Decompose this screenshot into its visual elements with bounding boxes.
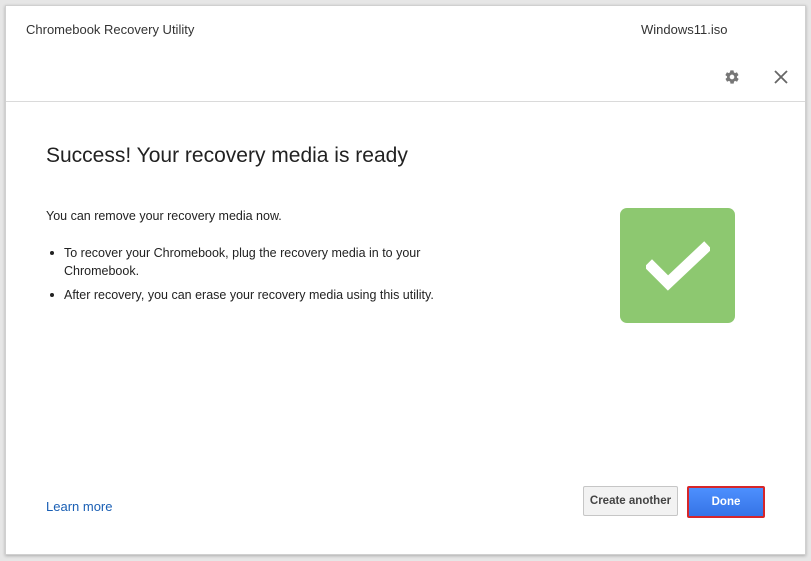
app-title: Chromebook Recovery Utility <box>26 22 195 37</box>
done-button-label: Done <box>711 496 741 508</box>
list-item: After recovery, you can erase your recov… <box>46 286 466 304</box>
recovery-utility-window: Chromebook Recovery Utility Windows11.is… <box>5 5 806 555</box>
instruction-list: To recover your Chromebook, plug the rec… <box>46 244 466 310</box>
title-bar: Chromebook Recovery Utility Windows11.is… <box>6 6 805 102</box>
close-button[interactable] <box>770 66 792 88</box>
intro-text: You can remove your recovery media now. <box>46 209 282 223</box>
done-button[interactable]: Done <box>687 486 765 518</box>
learn-more-link[interactable]: Learn more <box>46 499 112 514</box>
create-another-button[interactable]: Create another <box>583 486 678 516</box>
success-badge <box>620 208 735 323</box>
checkmark-icon <box>645 240 710 291</box>
gear-icon <box>725 70 739 84</box>
list-item: To recover your Chromebook, plug the rec… <box>46 244 466 280</box>
selected-file-name: Windows11.iso <box>641 22 728 37</box>
page-title: Success! Your recovery media is ready <box>46 144 408 167</box>
close-icon <box>774 70 788 84</box>
settings-button[interactable] <box>721 66 743 88</box>
